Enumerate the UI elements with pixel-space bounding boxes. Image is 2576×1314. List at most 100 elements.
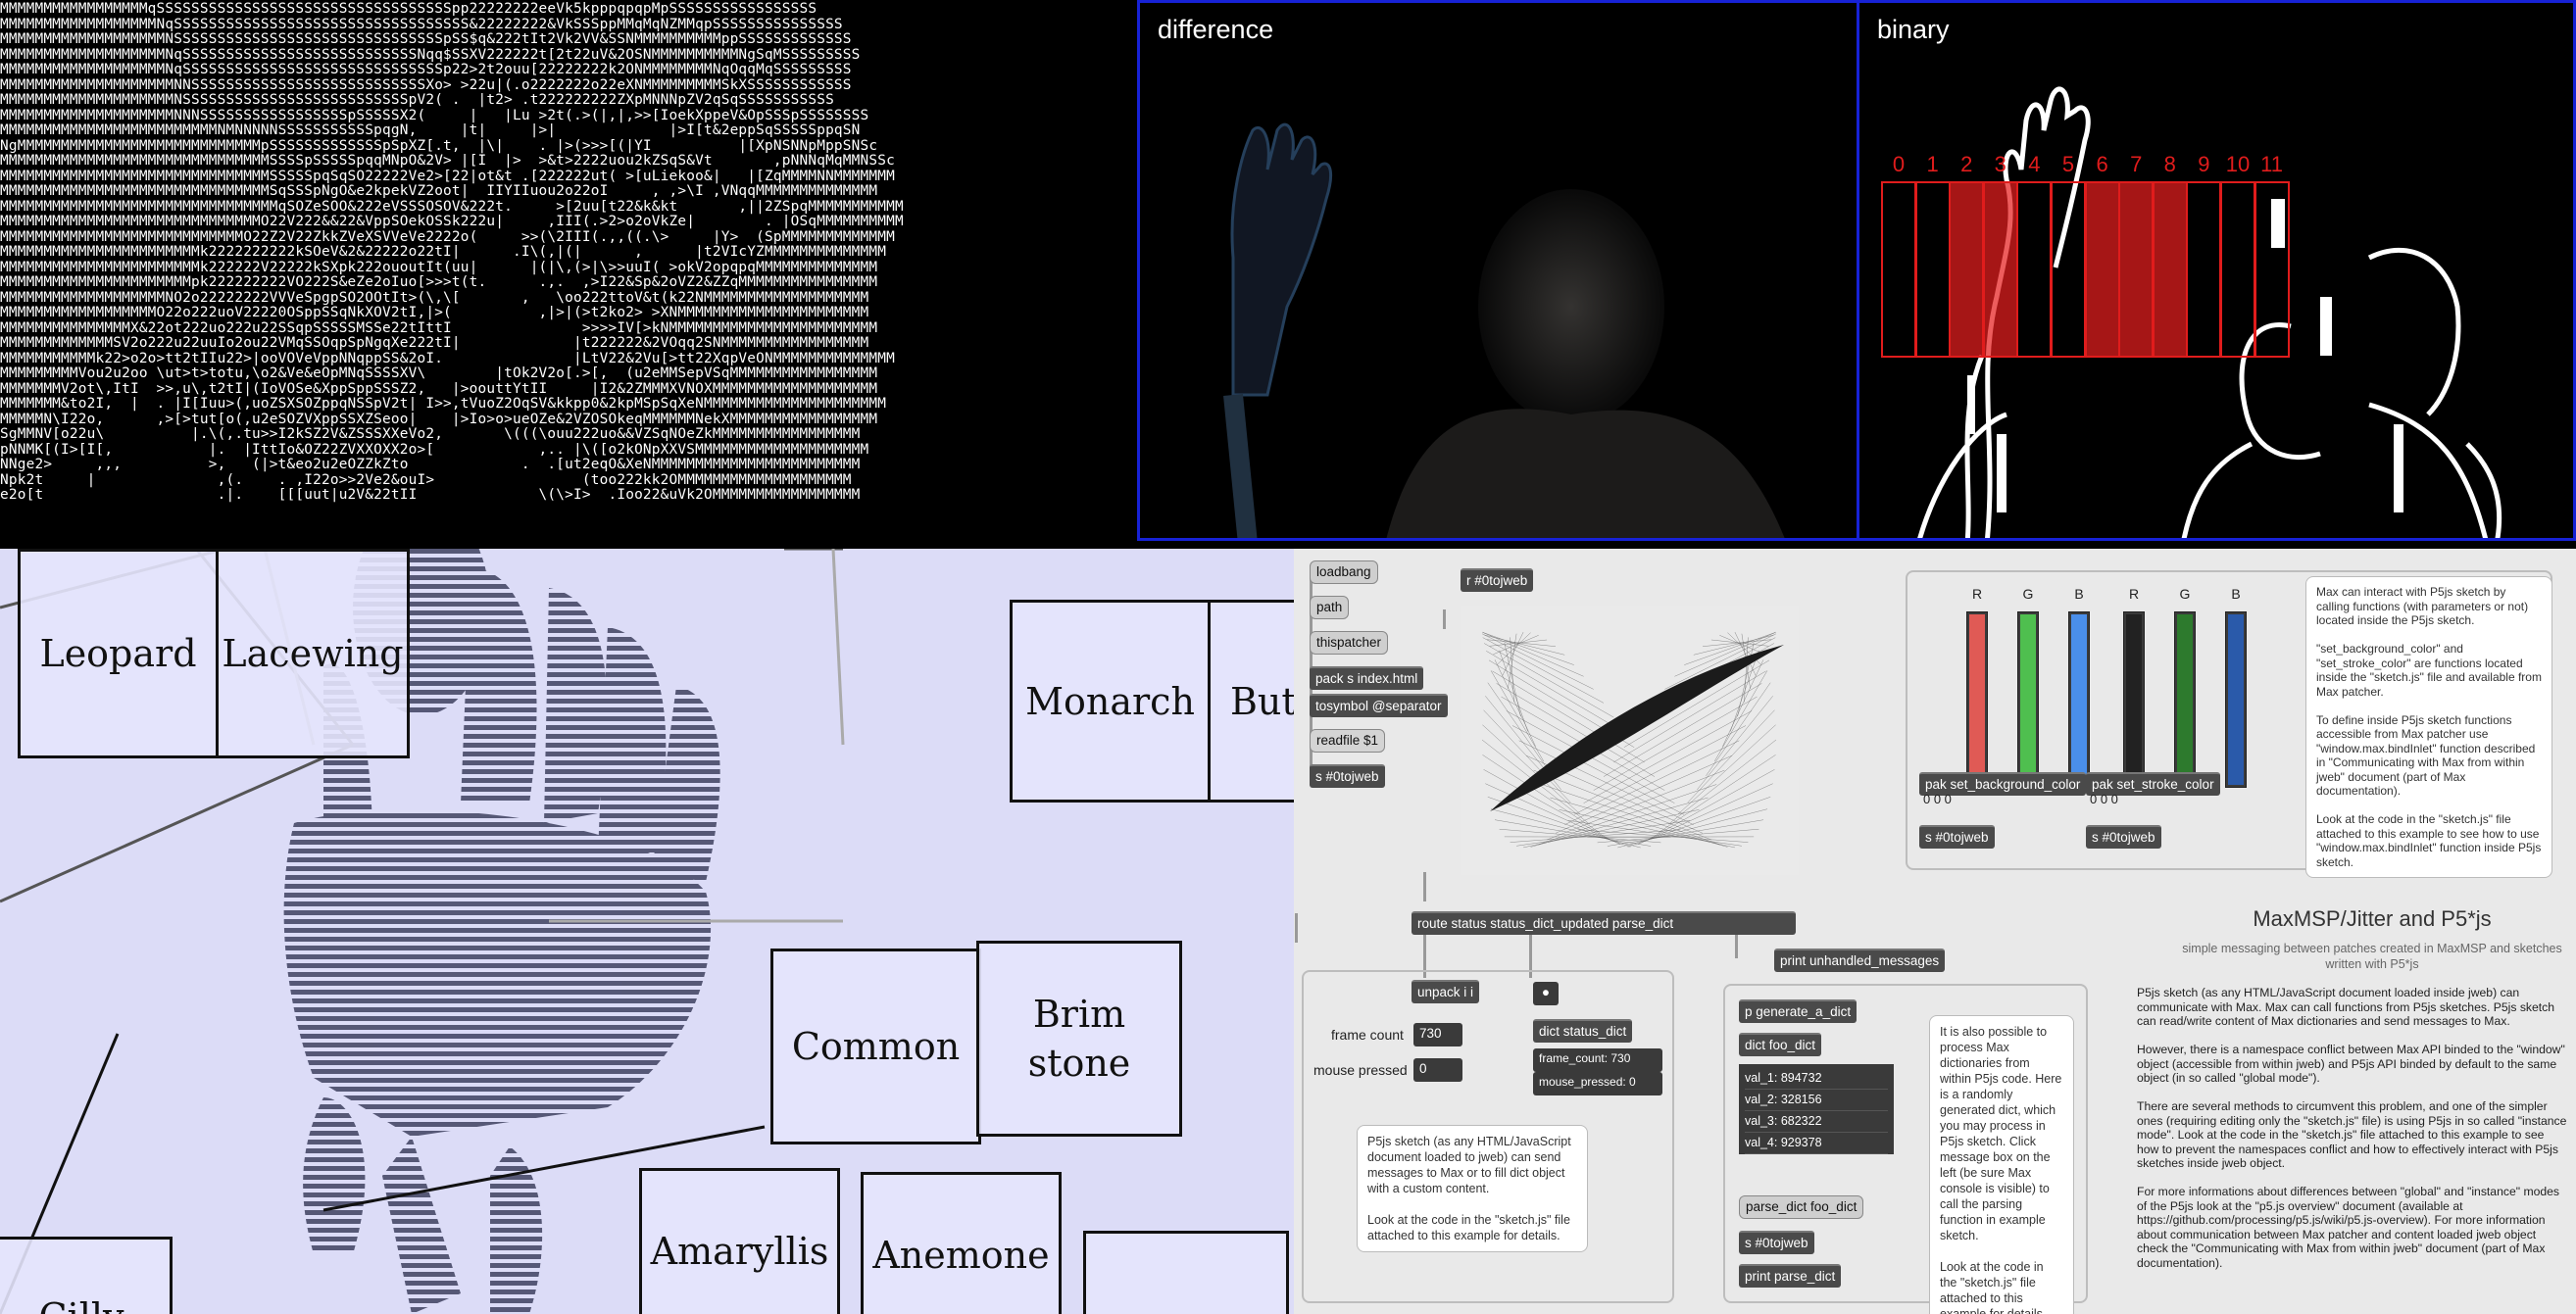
dict-values: val_1: 894732 val_2: 328156 val_3: 682322 v…: [1745, 1068, 1888, 1154]
color-slider[interactable]: [2123, 611, 2145, 788]
print-unhandled-object[interactable]: print unhandled_messages: [1774, 949, 1946, 972]
butterfly-box-but: But: [1208, 600, 1294, 803]
receive-tojweb-object[interactable]: r #0tojweb: [1461, 568, 1534, 592]
slider-label: B: [2074, 586, 2084, 602]
dict-comment: It is also possible to process Max dicti…: [1929, 1015, 2074, 1314]
motion-zone: [1914, 181, 1951, 358]
unpack-object[interactable]: unpack i i: [1412, 980, 1480, 1003]
patch-cord: [1443, 609, 1446, 629]
zone-label: 7: [2130, 152, 2143, 176]
thispatcher-object[interactable]: thispatcher: [1310, 631, 1389, 655]
dict-value-row: val_3: 682322: [1745, 1111, 1888, 1133]
dict-value-row: val_1: 894732: [1745, 1068, 1888, 1090]
binary-view: binary 0 1 2 3 4 5 6 7 8 9 10 11: [1857, 0, 2576, 541]
slider-fill: [2228, 614, 2244, 785]
mouse-pressed-label: mouse pressed: [1313, 1062, 1408, 1078]
motion-zone: [1881, 181, 1916, 358]
send-tojweb-dict-object[interactable]: s #0tojweb: [1739, 1231, 1814, 1254]
path-object[interactable]: path: [1310, 596, 1350, 619]
slider-label: G: [2022, 586, 2034, 602]
butterfly-box-monarch: Monarch: [1010, 600, 1211, 803]
jitter-video-panels: difference binary 0 1 2 3 4 5 6 7 8 9 10 1: [1137, 0, 2576, 549]
patch-cord: [1295, 913, 1298, 943]
difference-label: difference: [1158, 15, 1274, 44]
pack-object[interactable]: pack s index.html: [1310, 666, 1424, 690]
readfile-message[interactable]: readfile $1: [1310, 729, 1386, 753]
dict-value-row: val_4: 929378: [1745, 1133, 1888, 1154]
print-parse-dict-object[interactable]: print parse_dict: [1739, 1264, 1842, 1288]
motion-zone: [2016, 181, 2053, 358]
motion-zone: [2084, 181, 2120, 358]
bang-button[interactable]: ●: [1533, 982, 1559, 1005]
dict-value-row: val_2: 328156: [1745, 1090, 1888, 1111]
slider-label: B: [2231, 586, 2241, 602]
patch-title: MaxMSP/Jitter and P5*js: [2253, 906, 2492, 931]
color-slider[interactable]: [2068, 611, 2090, 788]
slider-fill: [2020, 614, 2036, 785]
color-slider[interactable]: [1966, 611, 1988, 788]
butterfly-box-empty: [1083, 1231, 1289, 1314]
dict-status-object[interactable]: dict status_dict: [1533, 1019, 1633, 1043]
butterfly-box-lacewing: Lacewing: [216, 549, 410, 758]
butterfly-box-cilly: Cilly: [0, 1237, 173, 1314]
zone-label: 1: [1926, 152, 1939, 176]
parse-dict-message[interactable]: parse_dict foo_dict: [1739, 1195, 1864, 1219]
pak-stroke-values: 0 0 0: [2090, 792, 2118, 806]
butterfly-box-common: Common: [770, 949, 981, 1144]
butterfly-box-amaryllis: Amaryllis: [639, 1168, 840, 1314]
tosymbol-object[interactable]: tosymbol @separator: [1310, 694, 1448, 717]
frame-count-number[interactable]: 730: [1413, 1023, 1462, 1046]
zone-label: 3: [1994, 152, 2006, 176]
zone-label: 0: [1892, 152, 1906, 176]
ascii-art-text: MMMMMMMMMMMMMMMMMqSSSSSSSSSSSSSSSSSSSSSS…: [0, 1, 904, 503]
zone-label: 6: [2096, 152, 2108, 176]
status-mouse-pressed: mouse_pressed: 0: [1533, 1072, 1662, 1095]
frame-count-label: frame count: [1331, 1027, 1404, 1043]
motion-zone: [1982, 181, 2018, 358]
butterfly-box-leopard: Leopard: [18, 549, 219, 758]
color-slider[interactable]: [2174, 611, 2196, 788]
slider-fill: [1969, 614, 1985, 785]
dict-foo-object[interactable]: dict foo_dict: [1739, 1033, 1822, 1056]
motion-zone: [2118, 181, 2155, 358]
zone-label: 10: [2225, 152, 2251, 176]
motion-zone: [2152, 181, 2188, 358]
zone-label: 4: [2028, 152, 2041, 176]
color-slider[interactable]: [2225, 611, 2247, 788]
loadbang-object[interactable]: loadbang: [1310, 560, 1378, 584]
slider-label: G: [2179, 586, 2191, 602]
status-frame-count: frame_count: 730: [1533, 1048, 1662, 1072]
send-tojweb-object[interactable]: s #0tojweb: [1310, 764, 1385, 788]
slider-label: R: [2128, 586, 2140, 602]
jweb-p5-canvas[interactable]: [1461, 606, 1799, 875]
patch-subtitle: simple messaging between patches created…: [2182, 942, 2562, 971]
send-tojweb-stroke-object[interactable]: s #0tojweb: [2086, 825, 2161, 849]
slider-fill: [2126, 614, 2142, 785]
route-object[interactable]: route status status_dict_updated parse_d…: [1412, 911, 1796, 935]
motion-zone: [2051, 181, 2086, 358]
color-slider[interactable]: [2017, 611, 2039, 788]
slider-fill: [2071, 614, 2087, 785]
send-tojweb-bg-object[interactable]: s #0tojweb: [1919, 825, 1995, 849]
status-comment: P5js sketch (as any HTML/JavaScript docu…: [1357, 1125, 1588, 1252]
slider-label: R: [1971, 586, 1983, 602]
pak-background-values: 0 0 0: [1923, 792, 1952, 806]
patch-description: P5js sketch (as any HTML/JavaScript docu…: [2137, 986, 2567, 1270]
slider-fill: [2177, 614, 2193, 785]
butterfly-box-anemone: Anemone: [861, 1172, 1062, 1314]
zone-label: 11: [2260, 152, 2284, 176]
functions-comment: Max can interact with P5js sketch by cal…: [2305, 576, 2552, 878]
generate-dict-object[interactable]: p generate_a_dict: [1739, 999, 1858, 1023]
dict-view: val_1: 894732 val_2: 328156 val_3: 682322 v…: [1739, 1064, 1894, 1154]
zone-label: 9: [2198, 152, 2210, 176]
ascii-art-panel: MMMMMMMMMMMMMMMMMqSSSSSSSSSSSSSSSSSSSSSS…: [0, 0, 1137, 549]
motion-zone: [2254, 181, 2290, 358]
zone-label: 8: [2163, 152, 2176, 176]
zone-label: 5: [2061, 152, 2075, 176]
binary-label: binary: [1877, 15, 1950, 44]
mouse-pressed-number[interactable]: 0: [1413, 1058, 1462, 1082]
difference-silhouette: [1223, 122, 1785, 538]
motion-zone: [2186, 181, 2222, 358]
patch-cord: [1423, 872, 1426, 901]
motion-zone: [2220, 181, 2255, 358]
